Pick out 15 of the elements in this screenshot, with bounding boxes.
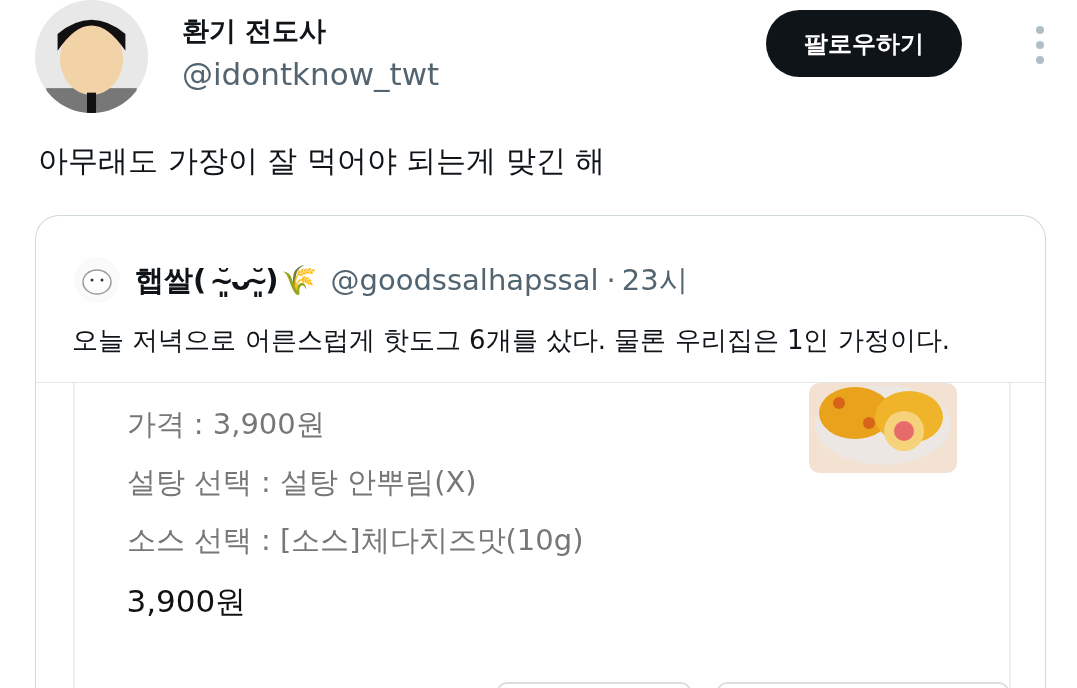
post-time: 23시 [621, 262, 688, 299]
quote-author-handle: @goodssalhapssal [330, 262, 599, 299]
total-price: 3,900원 [126, 582, 247, 621]
follow-button[interactable]: 팔로우하기 [766, 10, 962, 77]
option-text: 설탕 선택 : 설탕 안뿌림(X) [126, 464, 477, 501]
quote-card[interactable]: 햅쌀( ˘̴͈ᴗ˘̴͈)🌾 @goodssalhapssal · 23시 오늘 저녁으로 어른스럽게 핫도그 6개를 샀다. 물론 우리집은 1인 가정이다. 가격 : 3,900원 설탕 선택 : 설탕 안뿌림(X) 소스 선택 : [소스]체다치즈맛(10g) 3,900원 [35, 215, 1046, 688]
tweet-text: 아무래도 가장이 잘 먹어야 되는게 맞긴 해 [38, 142, 607, 180]
option-text: 소스 선택 : [소스]체다치즈맛(10g) [126, 522, 584, 559]
quote-author-name: 햅쌀( ˘̴͈ᴗ˘̴͈) [135, 262, 279, 299]
author-name[interactable]: 환기 전도사 [182, 12, 732, 50]
author-handle[interactable]: @idontknow_twt [182, 50, 732, 98]
quote-text: 오늘 저녁으로 어른스럽게 핫도그 6개를 샀다. 물론 우리집은 1인 가정이다. [72, 324, 951, 357]
rice-emoji: 🌾 [280, 262, 317, 299]
option-text: 가격 : 3,900원 [126, 406, 325, 443]
separator-dot: · [606, 262, 616, 299]
